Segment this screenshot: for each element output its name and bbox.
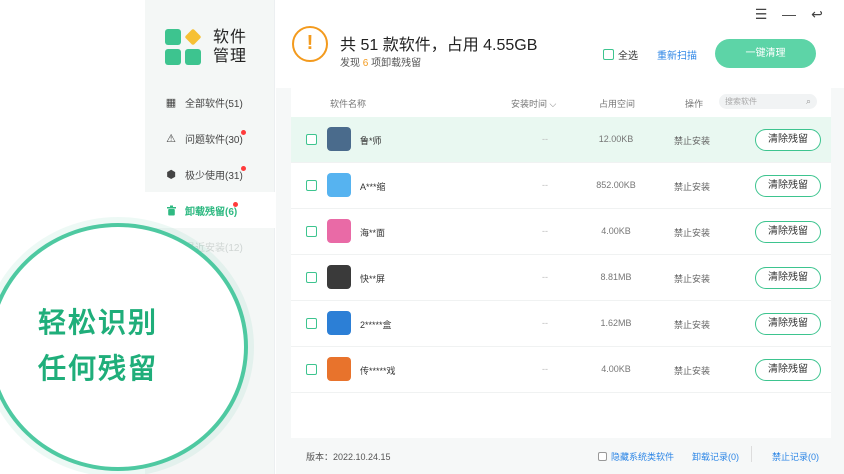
- clean-residue-button[interactable]: 清除残留: [755, 359, 821, 381]
- app-name: A***缩: [360, 182, 386, 192]
- checkbox-icon: [598, 452, 607, 461]
- notification-dot: [241, 130, 246, 135]
- app-icon: [327, 265, 351, 289]
- clean-residue-button[interactable]: 清除残留: [755, 313, 821, 335]
- checkbox-icon: [603, 49, 614, 60]
- table-row[interactable]: 传*****戏 -- 4.00KB 禁止安装 清除残留: [291, 347, 831, 393]
- app-icon: [327, 311, 351, 335]
- row-checkbox[interactable]: [306, 180, 317, 191]
- rescan-link[interactable]: 重新扫描: [657, 47, 697, 62]
- install-time: --: [542, 134, 548, 144]
- install-status: 禁止安装: [674, 320, 711, 330]
- window-controls: ☰ — ↩: [754, 6, 824, 23]
- trash-icon: [165, 204, 177, 216]
- app-name: 快**屏: [360, 274, 386, 284]
- row-checkbox[interactable]: [306, 318, 317, 329]
- install-time: --: [542, 180, 548, 190]
- column-name: 软件名称: [330, 99, 367, 109]
- app-size: 4.00KB: [601, 226, 631, 236]
- sidebar-item-label: 问题软件(30): [185, 134, 243, 146]
- app-size: 4.00KB: [601, 364, 631, 374]
- row-checkbox[interactable]: [306, 272, 317, 283]
- install-time: --: [542, 318, 548, 328]
- sidebar-item-rarely-used[interactable]: ⬢ 极少使用(31): [145, 156, 275, 192]
- app-name: 2*****盒: [360, 320, 392, 330]
- sidebar-item-label: 极少使用(31): [185, 170, 243, 182]
- install-status: 禁止安装: [674, 136, 711, 146]
- install-time: --: [542, 272, 548, 282]
- install-status: 禁止安装: [674, 274, 711, 284]
- app-icon: [327, 127, 351, 151]
- app-logo: 软件 管理: [165, 28, 249, 66]
- warning-box-icon: ⚠: [166, 132, 176, 145]
- main-panel: ! 共 51 款软件，占用 4.55GB 发现 6 项卸载残留 全选 重新扫描 …: [276, 0, 844, 474]
- sidebar-item-label: 全部软件(51): [185, 98, 243, 110]
- install-status: 禁止安装: [674, 182, 711, 192]
- logo-icon: [165, 28, 202, 65]
- back-icon[interactable]: ↩: [810, 6, 824, 23]
- table-header: 软件名称 安装时间 ⌵ 占用空间 操作 搜索软件 ⌕: [291, 88, 831, 116]
- app-size: 1.62MB: [600, 318, 632, 328]
- summary-subtitle: 发现 6 项卸载残留: [340, 58, 422, 69]
- column-size: 占用空间: [599, 99, 636, 109]
- table-row[interactable]: 快**屏 -- 8.81MB 禁止安装 清除残留: [291, 255, 831, 301]
- promo-slogan: 轻松识别 任何残留: [38, 307, 159, 384]
- clean-residue-button[interactable]: 清除残留: [755, 129, 821, 151]
- row-checkbox[interactable]: [306, 364, 317, 375]
- app-name: 鲁*师: [360, 136, 382, 146]
- clean-residue-button[interactable]: 清除残留: [755, 175, 821, 197]
- app-title: 软件 管理: [213, 29, 248, 65]
- install-status: 禁止安装: [674, 228, 711, 238]
- table-row[interactable]: 海**面 -- 4.00KB 禁止安装 清除残留: [291, 209, 831, 255]
- sidebar-item-label: 卸载残留(6): [185, 206, 238, 218]
- table-row[interactable]: 2*****盒 -- 1.62MB 禁止安装 清除残留: [291, 301, 831, 347]
- cube-icon: ⬢: [166, 168, 176, 181]
- minimize-icon[interactable]: —: [782, 6, 796, 23]
- app-name: 海**面: [360, 228, 386, 238]
- summary-title: 共 51 款软件，占用 4.55GB: [340, 37, 538, 54]
- table-row[interactable]: 鲁*师 -- 12.00KB 禁止安装 清除残留: [291, 117, 831, 163]
- app-size: 8.81MB: [600, 272, 632, 282]
- notification-dot: [241, 166, 246, 171]
- row-checkbox[interactable]: [306, 134, 317, 145]
- search-icon: ⌕: [805, 96, 811, 106]
- search-input[interactable]: 搜索软件 ⌕: [719, 94, 817, 109]
- column-install-time[interactable]: 安装时间 ⌵: [511, 97, 556, 110]
- column-operation: 操作: [685, 99, 704, 109]
- sidebar-item-problem[interactable]: ⚠ 问题软件(30): [145, 120, 275, 156]
- clean-residue-button[interactable]: 清除残留: [755, 267, 821, 289]
- select-all-checkbox[interactable]: 全选: [603, 47, 638, 62]
- install-time: --: [542, 364, 548, 374]
- app-icon: [327, 173, 351, 197]
- exclamation-icon: !: [292, 26, 328, 62]
- install-time: --: [542, 226, 548, 236]
- row-checkbox[interactable]: [306, 226, 317, 237]
- clean-residue-button[interactable]: 清除残留: [755, 221, 821, 243]
- menu-icon[interactable]: ☰: [754, 6, 768, 23]
- app-window: 软件 管理 ▦ 全部软件(51) ⚠ 问题软件(30) ⬢ 极少使用(31) 卸…: [145, 0, 844, 474]
- sidebar-item-residue[interactable]: 卸载残留(6): [145, 192, 275, 228]
- app-name: 传*****戏: [360, 366, 396, 376]
- software-table: 软件名称 安装时间 ⌵ 占用空间 操作 搜索软件 ⌕ 鲁*师 -- 12.00K…: [291, 88, 831, 438]
- divider: [751, 446, 752, 462]
- table-row[interactable]: A***缩 -- 852.00KB 禁止安装 清除残留: [291, 163, 831, 209]
- status-bar: 版本：2022.10.24.15 隐藏系统类软件 卸载记录(0) 禁止记录(0): [276, 438, 844, 474]
- sidebar-item-all[interactable]: ▦ 全部软件(51): [145, 84, 275, 120]
- app-icon: [327, 219, 351, 243]
- app-icon: [327, 357, 351, 381]
- uninstall-log-link[interactable]: 卸载记录(0): [692, 450, 739, 463]
- hide-system-software-checkbox[interactable]: 隐藏系统类软件: [598, 450, 674, 463]
- app-size: 852.00KB: [596, 180, 636, 190]
- notification-dot: [233, 202, 238, 207]
- ban-log-link[interactable]: 禁止记录(0): [772, 450, 819, 463]
- clean-all-button[interactable]: 一键清理: [715, 39, 816, 68]
- install-status: 禁止安装: [674, 366, 711, 376]
- version-label: 版本：2022.10.24.15: [306, 452, 391, 462]
- grid-icon: ▦: [165, 96, 177, 109]
- app-size: 12.00KB: [598, 134, 634, 144]
